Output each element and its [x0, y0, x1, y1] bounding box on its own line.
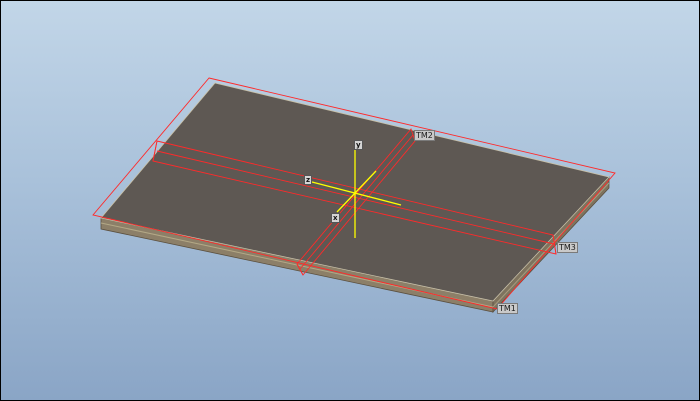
datum-tag-tm3[interactable]: TM3 [557, 242, 578, 253]
model-scene[interactable] [1, 1, 699, 400]
datum-tag-tm2[interactable]: TM2 [414, 130, 435, 141]
datum-tag-tm1[interactable]: TM1 [497, 303, 518, 314]
csys-x-label: x [331, 213, 340, 223]
csys-y-label: y [354, 140, 363, 150]
graphics-viewport[interactable]: y z x TM2 TM3 TM1 [0, 0, 700, 401]
csys-z-label: z [304, 175, 313, 185]
